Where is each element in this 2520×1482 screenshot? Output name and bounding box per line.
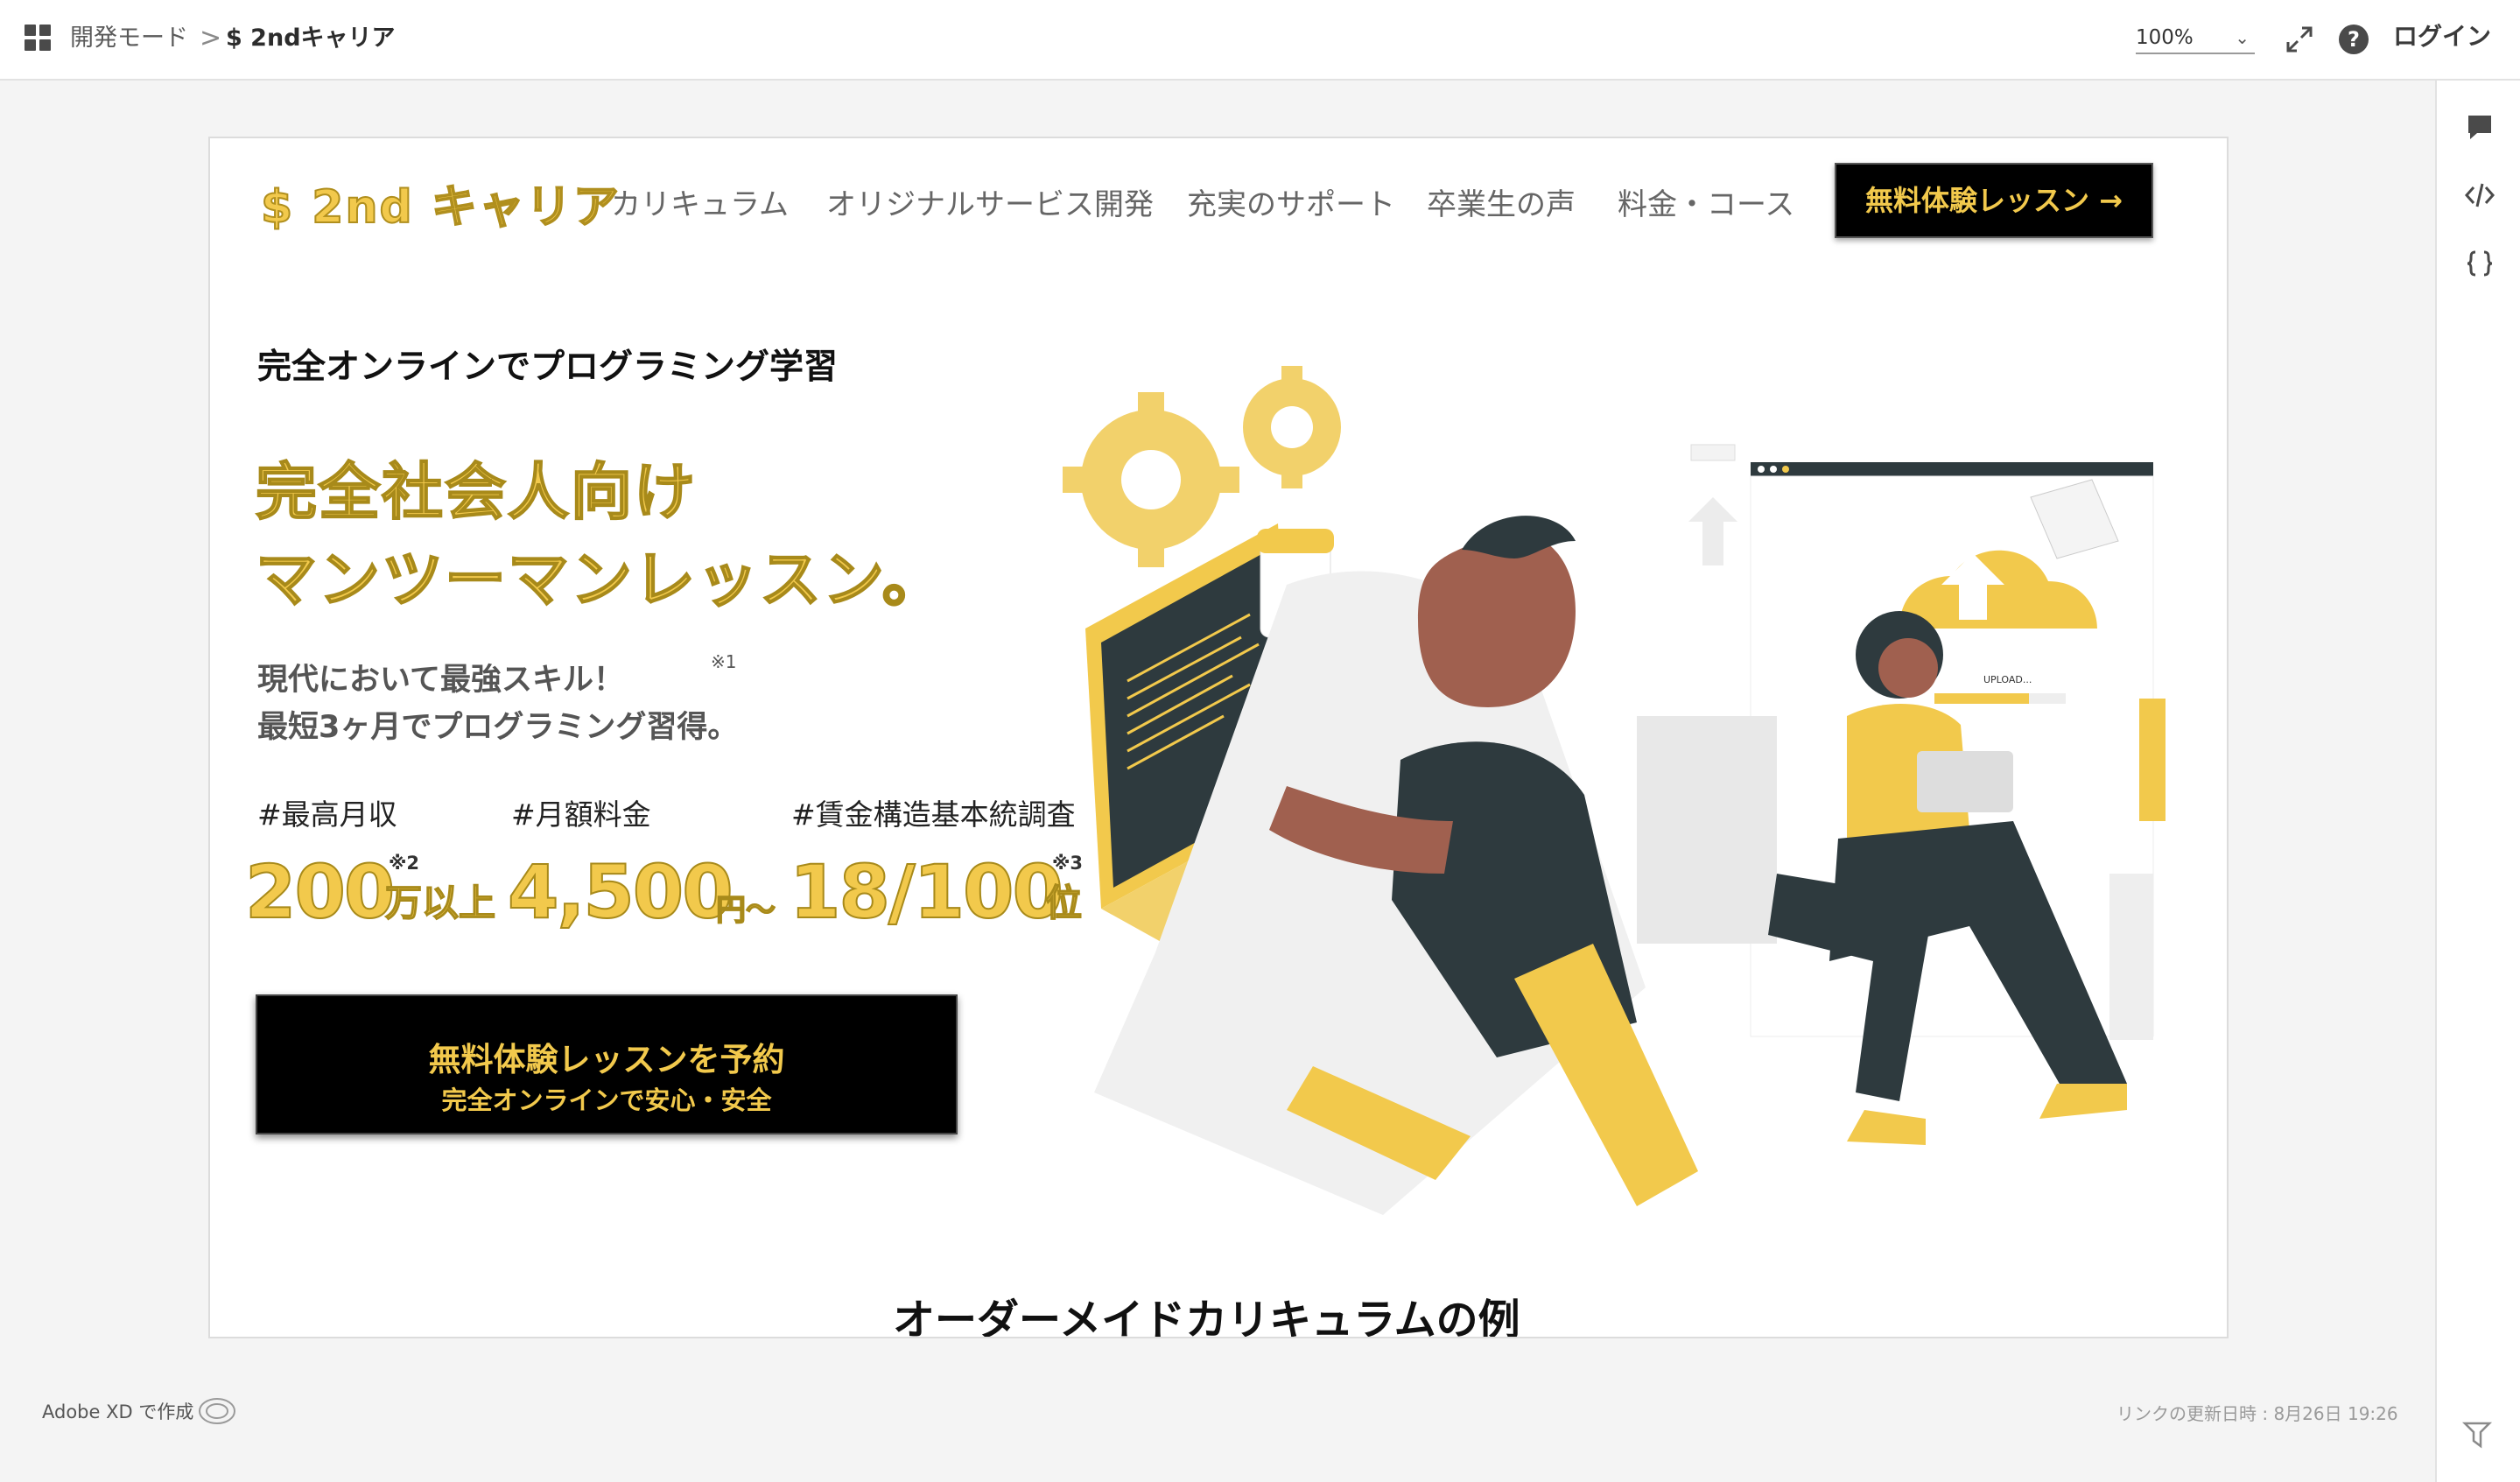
hero-title-line2: マンツーマンレッスン。	[255, 543, 945, 616]
expand-icon[interactable]	[2285, 25, 2314, 54]
top-bar: 開発モード > $ 2ndキャリア 100% ⌄ ? ログイン	[0, 0, 2520, 81]
book-trial-label: 無料体験レッスンを予約	[428, 1041, 785, 1078]
nav-item-pricing[interactable]: 料金・コース	[1618, 180, 1794, 223]
upload-text: UPLOAD...	[1983, 674, 2032, 685]
nav-item-curriculum[interactable]: カリキュラム	[611, 180, 789, 223]
gear-icon	[1243, 366, 1341, 488]
nav-trial-button[interactable]: 無料体験レッスン →	[1835, 163, 2153, 238]
nav-item-testimonials[interactable]: 卒業生の声	[1427, 180, 1576, 223]
stat-label-fee: #月額料金	[511, 797, 651, 832]
login-button[interactable]: ログイン	[2393, 19, 2491, 54]
site-logo[interactable]: $ 2nd キャリア	[260, 170, 621, 235]
right-panel	[2435, 81, 2520, 1482]
hero-desc-line1: 現代において最強スキル！	[257, 663, 624, 698]
stat-mark-income: ※2	[389, 853, 420, 874]
link-updated-time: リンクの更新日時 : 8月26日 19:26	[2116, 1403, 2398, 1424]
breadcrumb-page: $ 2ndキャリア	[226, 25, 396, 52]
desc-note: ※1	[711, 651, 737, 672]
braces-icon[interactable]	[2463, 247, 2496, 280]
zoom-value: 100%	[2136, 26, 2194, 49]
hero-desc-line2: 最短3ヶ月でプログラミング習得。	[257, 710, 739, 745]
artboard: $ 2nd キャリア カリキュラム オリジナルサービス開発 充実のサポート 卒業…	[208, 137, 2229, 1338]
hero-subheading: 完全オンラインでプログラミング学習	[257, 348, 839, 387]
flag-icon[interactable]	[2461, 1420, 2493, 1451]
made-with-xd: Adobe XD で作成	[42, 1401, 194, 1422]
stat-value-income: 200	[244, 848, 396, 936]
cloud-icon	[199, 1398, 235, 1424]
comment-icon[interactable]	[2463, 110, 2496, 144]
book-trial-button[interactable]: 無料体験レッスンを予約 完全オンラインで安心・安全	[256, 994, 958, 1134]
stat-value-rank: 18/100	[789, 848, 1064, 936]
grid-icon[interactable]	[25, 25, 51, 51]
section-title-curriculum: オーダーメイドカリキュラムの例	[893, 1296, 1520, 1338]
chevron-down-icon: ⌄	[2235, 27, 2250, 48]
stat-value-fee: 4,500	[507, 848, 734, 936]
help-icon[interactable]: ?	[2339, 25, 2369, 54]
stat-unit-fee: 円〜	[715, 892, 776, 929]
book-trial-sublabel: 完全オンラインで安心・安全	[441, 1085, 772, 1115]
gear-icon	[1063, 392, 1239, 567]
breadcrumb-mode[interactable]: 開発モード	[70, 21, 188, 56]
hero-illustration: UPLOAD...	[1063, 366, 2166, 1215]
breadcrumb-separator: >	[200, 23, 222, 53]
stat-unit-income: 万以上	[384, 881, 496, 925]
stat-label-income: #最高月収	[257, 797, 397, 832]
hero-title-line1: 完全社会人向け	[255, 455, 697, 529]
nav-item-original-service[interactable]: オリジナルサービス開発	[826, 180, 1154, 223]
nav-item-support[interactable]: 充実のサポート	[1187, 180, 1395, 223]
code-icon[interactable]	[2463, 179, 2496, 212]
zoom-select[interactable]: 100% ⌄	[2136, 23, 2255, 54]
